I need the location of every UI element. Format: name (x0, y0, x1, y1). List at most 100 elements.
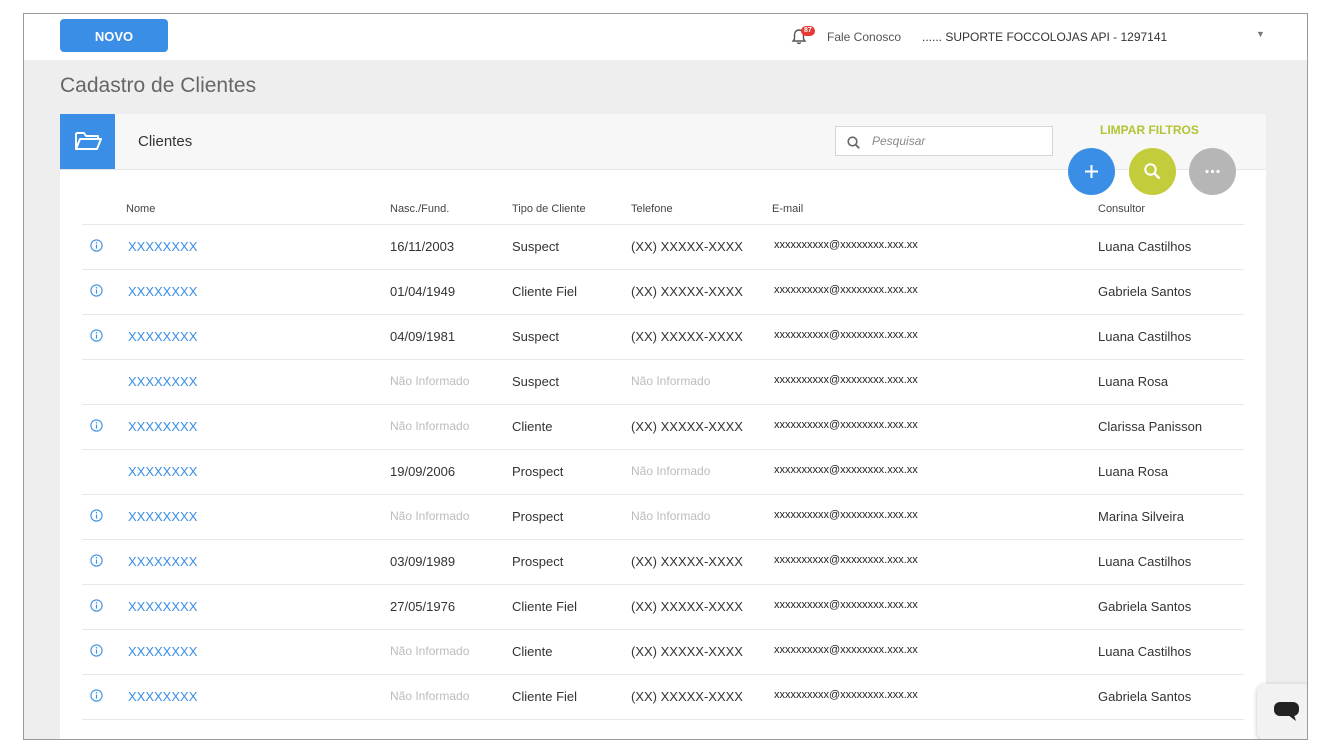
search-icon (847, 136, 860, 149)
info-icon[interactable] (90, 554, 103, 567)
row-divider (82, 629, 1244, 630)
cell-name[interactable]: XXXXXXXX (128, 509, 197, 524)
cell-name[interactable]: XXXXXXXX (128, 284, 197, 299)
cell-email: xxxxxxxxxx@xxxxxxxx.xxx.xx (774, 329, 918, 341)
cell-email: xxxxxxxxxx@xxxxxxxx.xxx.xx (774, 644, 918, 656)
header-phone[interactable]: Telefone (631, 203, 673, 215)
header-birth[interactable]: Nasc./Fund. (390, 203, 449, 215)
header-name[interactable]: Nome (126, 203, 155, 215)
cell-phone: (XX) XXXXX-XXXX (631, 644, 743, 659)
cell-birth: Não Informado (390, 644, 470, 658)
search-icon (1144, 163, 1161, 180)
cell-phone: (XX) XXXXX-XXXX (631, 599, 743, 614)
cell-phone: Não Informado (631, 509, 711, 523)
info-icon[interactable] (90, 284, 103, 297)
cell-name[interactable]: XXXXXXXX (128, 599, 197, 614)
cell-consultant: Gabriela Santos (1098, 284, 1192, 299)
search-box (835, 126, 1053, 156)
chat-button[interactable] (1257, 684, 1307, 739)
cell-email: xxxxxxxxxx@xxxxxxxx.xxx.xx (774, 554, 918, 566)
info-icon[interactable] (90, 644, 103, 657)
info-icon[interactable] (90, 419, 103, 432)
card-title: Clientes (138, 133, 193, 150)
chat-icon (1274, 702, 1299, 721)
cell-type: Cliente Fiel (512, 599, 578, 614)
cell-email: xxxxxxxxxx@xxxxxxxx.xxx.xx (774, 689, 918, 701)
clients-card: Clientes LIMPAR FILTROS (60, 114, 1266, 739)
cell-email: xxxxxxxxxx@xxxxxxxx.xxx.xx (774, 239, 918, 251)
cell-type: Suspect (512, 239, 559, 254)
cell-name[interactable]: XXXXXXXX (128, 374, 197, 389)
cell-birth: 16/11/2003 (390, 239, 455, 254)
cell-email: xxxxxxxxxx@xxxxxxxx.xxx.xx (774, 419, 918, 431)
clear-filters-button[interactable]: LIMPAR FILTROS (1100, 123, 1199, 137)
cell-consultant: Marina Silveira (1098, 509, 1184, 524)
contact-link[interactable]: Fale Conosco (827, 30, 901, 44)
cell-phone: Não Informado (631, 464, 711, 478)
page-title: Cadastro de Clientes (60, 74, 257, 97)
row-divider (82, 494, 1244, 495)
notification-badge: 87 (801, 26, 815, 36)
cell-consultant: Gabriela Santos (1098, 689, 1192, 704)
cell-type: Suspect (512, 374, 559, 389)
account-selector[interactable]: ...... SUPORTE FOCCOLOJAS API - 1297141 (922, 30, 1167, 44)
cell-email: xxxxxxxxxx@xxxxxxxx.xxx.xx (774, 284, 918, 296)
cell-birth: Não Informado (390, 689, 470, 703)
folder-open-icon (60, 114, 115, 169)
row-divider (82, 269, 1244, 270)
cell-name[interactable]: XXXXXXXX (128, 329, 197, 344)
info-icon[interactable] (90, 239, 103, 252)
cell-name[interactable]: XXXXXXXX (128, 644, 197, 659)
row-divider (82, 404, 1244, 405)
cell-consultant: Luana Rosa (1098, 374, 1169, 389)
cell-consultant: Luana Castilhos (1098, 329, 1192, 344)
top-bar: NOVO 87 Fale Conosco ...... SUPORTE FOCC… (24, 14, 1307, 60)
cell-type: Prospect (512, 509, 564, 524)
cell-consultant: Luana Castilhos (1098, 554, 1192, 569)
cell-name[interactable]: XXXXXXXX (128, 464, 197, 479)
cell-phone: (XX) XXXXX-XXXX (631, 239, 743, 254)
cell-consultant: Luana Rosa (1098, 464, 1169, 479)
cell-birth: Não Informado (390, 374, 470, 388)
caret-down-icon[interactable]: ▼ (1256, 29, 1265, 39)
new-button[interactable]: NOVO (60, 19, 168, 52)
info-icon[interactable] (90, 689, 103, 702)
cell-birth: 19/09/2006 (390, 464, 456, 479)
cell-name[interactable]: XXXXXXXX (128, 239, 197, 254)
row-divider (82, 449, 1244, 450)
more-icon (1205, 169, 1220, 174)
cell-birth: 04/09/1981 (390, 329, 456, 344)
cell-consultant: Luana Castilhos (1098, 239, 1192, 254)
cell-name[interactable]: XXXXXXXX (128, 419, 197, 434)
header-type[interactable]: Tipo de Cliente (512, 203, 586, 215)
search-button[interactable] (1129, 148, 1176, 195)
cell-phone: (XX) XXXXX-XXXX (631, 284, 743, 299)
info-icon[interactable] (90, 509, 103, 522)
cell-phone: (XX) XXXXX-XXXX (631, 554, 743, 569)
cell-name[interactable]: XXXXXXXX (128, 689, 197, 704)
info-icon[interactable] (90, 329, 103, 342)
cell-type: Cliente (512, 419, 553, 434)
cell-name[interactable]: XXXXXXXX (128, 554, 197, 569)
cell-email: xxxxxxxxxx@xxxxxxxx.xxx.xx (774, 464, 918, 476)
cell-birth: Não Informado (390, 509, 470, 523)
plus-icon (1085, 165, 1098, 178)
search-input[interactable] (872, 133, 1042, 149)
cell-birth: 01/04/1949 (390, 284, 456, 299)
add-client-button[interactable] (1068, 148, 1115, 195)
info-icon[interactable] (90, 599, 103, 612)
row-divider (82, 584, 1244, 585)
row-divider (82, 314, 1244, 315)
cell-type: Prospect (512, 554, 564, 569)
header-email[interactable]: E-mail (772, 203, 803, 215)
cell-phone: (XX) XXXXX-XXXX (631, 689, 743, 704)
cell-email: xxxxxxxxxx@xxxxxxxx.xxx.xx (774, 599, 918, 611)
cell-type: Cliente Fiel (512, 284, 578, 299)
header-consultant[interactable]: Consultor (1098, 203, 1145, 215)
more-options-button[interactable] (1189, 148, 1236, 195)
cell-consultant: Gabriela Santos (1098, 599, 1192, 614)
row-divider (82, 674, 1244, 675)
cell-email: xxxxxxxxxx@xxxxxxxx.xxx.xx (774, 509, 918, 521)
cell-type: Cliente (512, 644, 553, 659)
row-divider (82, 359, 1244, 360)
